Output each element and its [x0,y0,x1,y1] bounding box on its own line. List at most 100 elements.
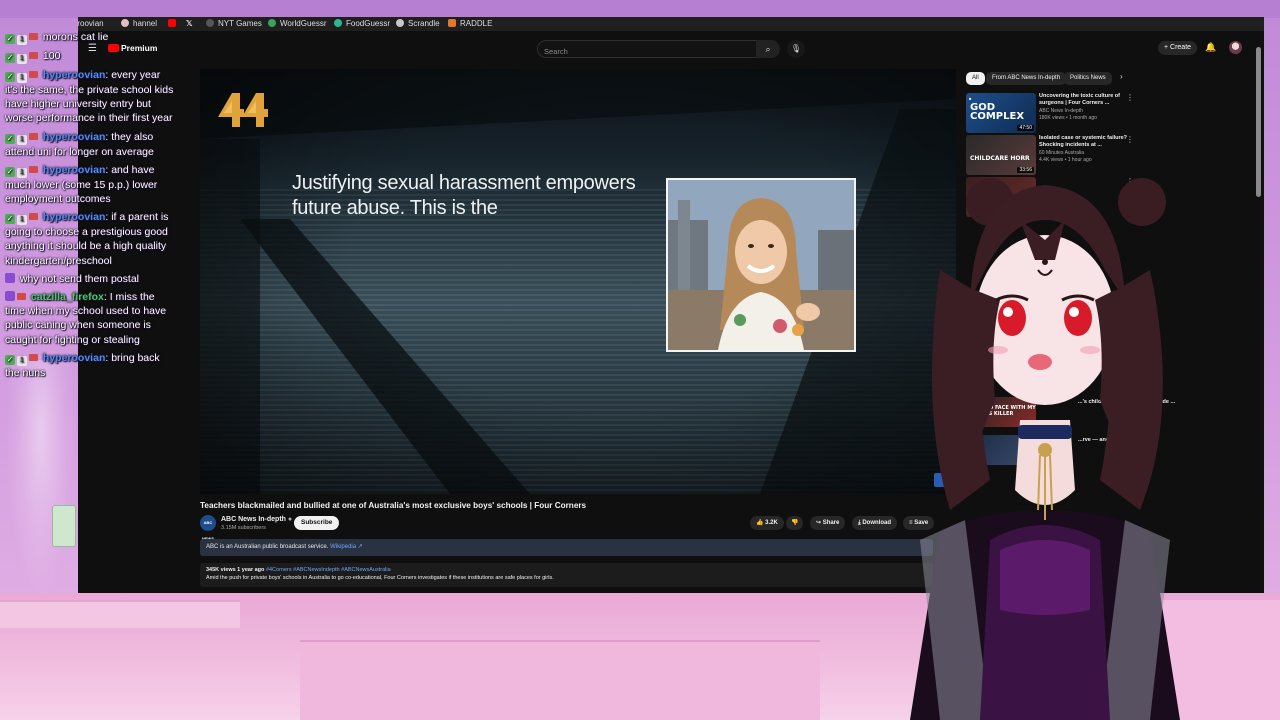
bookmark-item[interactable]: WorldGuessr [268,19,327,29]
check-badge-icon: ✓ [5,72,15,82]
moderator-badge-icon: 1 [17,73,27,83]
check-badge-icon: ✓ [5,166,15,177]
video-thumbnail: ■ GOD COMPLEX 47:50 [966,93,1036,133]
microphone-icon: 🎙 [790,44,802,53]
channel-avatar[interactable]: ABC NEWS [200,515,216,541]
moderator-badge-icon: 1 [17,215,27,226]
video-duration: 47:50 [1017,125,1034,131]
scrollbar-thumb[interactable] [1256,47,1261,197]
video-player[interactable]: Justifying sexual harassment empowers fu… [200,69,956,494]
chat-message: ✓ 1 100 [0,49,178,68]
recommended-video-meta: 180K views • 1 month ago [1039,115,1097,121]
recommended-video[interactable]: ■ GOD COMPLEX 47:50 Uncovering the toxic… [966,93,1141,133]
share-icon: ↪ [816,520,822,526]
wall-strip [0,0,1280,18]
moderator-badge-icon: 1 [17,54,27,64]
thumbnail-badge-icon: ■ [969,96,972,101]
chat-username[interactable]: hyperoovian [43,211,105,223]
channel-name[interactable]: ABC News In-depth ● [221,516,292,523]
thumbnail-text: GOD COMPLEX [970,102,1025,122]
chat-message-text: morons cat lie [42,31,109,43]
chat-username[interactable]: hyperoovian [43,131,105,143]
room-table [0,600,240,628]
recommended-video-title: Isolated case or systemic failure? Shock… [1039,135,1128,148]
description-meta: 345K views 1 year ago #4Corners #ABCNews… [206,567,927,573]
chat-message: ✓ 1 hyperoovian: every year it's the same… [5,69,174,125]
drink-can [52,505,76,547]
nyt-icon [206,19,214,27]
more-options-icon[interactable]: ⋮ [1126,93,1134,102]
four-corners-logo-icon [218,93,268,127]
chat-message: ✓ 1 hyperoovian: bring back the nuns [5,351,160,379]
notifications-bell-icon[interactable]: 🔔 [1205,42,1216,53]
channel-name-text: ABC News In-depth [221,516,286,523]
chat-message: ✓ 1 hyperoovian: if a parent is going to … [5,211,169,267]
chat-username[interactable]: hyperoovian [43,352,105,364]
chat-message: ✓ 1 hyperoovian: and have much lower (som… [5,163,158,206]
video-inset-photo [666,178,856,352]
chip-from-channel[interactable]: From ABC News In-depth [986,72,1067,85]
youtube-header: ☰ Premium ⌕ 🎙 + Create 🔔 [78,37,1264,61]
info-panel: ABC is an Australian public broadcast se… [200,539,933,556]
description-text: Amid the push for private boys' schools … [206,575,554,581]
subscriber-count: 3.15M subscribers [221,525,266,531]
check-badge-icon: ✓ [5,354,15,365]
recommended-video-channel: ABC News In-depth [1039,108,1083,114]
chat-username[interactable]: catzilla_firefox [31,291,104,303]
bookmark-x[interactable]: 𝕏 [186,19,192,29]
bookmark-item[interactable]: RADDLE [448,19,492,29]
voice-search-button[interactable]: 🎙 [787,40,805,58]
stream-chat: ✓ 1 morons cat lie ✓ 1 100 ✓ 1 hyperoovian:… [0,0,178,450]
moderator-badge-icon: 1 [17,134,27,145]
hashtags[interactable]: #4Corners #ABCNewsIndepth #ABCNewsAustra… [266,567,391,573]
search-input[interactable] [538,44,744,59]
like-button[interactable]: 👍 3.2K [750,516,784,530]
chat-username[interactable]: hyperoovian [43,164,105,176]
video-caption-text: Justifying sexual harassment empowers fu… [292,172,636,219]
subscriber-badge-icon [29,213,38,221]
check-badge-icon: ✓ [5,53,15,63]
check-badge-icon: ✓ [5,214,15,225]
views-and-date: 345K views 1 year ago [206,567,265,573]
bookmark-label: RADDLE [460,19,493,28]
bookmark-item[interactable]: Scrandle [396,19,440,29]
chevron-right-icon[interactable]: › [1120,72,1123,81]
description-box[interactable]: 345K views 1 year ago #4Corners #ABCNews… [200,563,933,587]
account-avatar[interactable] [1229,41,1242,54]
bookmark-label: NYT Games [218,19,262,28]
check-badge-icon: ✓ [5,34,15,44]
download-icon: ⤓ [858,520,861,526]
external-link-icon: ↗ [357,544,363,550]
page-scrollbar[interactable] [1256,47,1261,587]
chip-all[interactable]: All [966,72,985,85]
chat-message: ✓ 1 morons cat lie [0,30,178,49]
chat-message-text: 100 [42,50,61,62]
moderator-badge-icon: 1 [17,167,27,178]
bookmark-item[interactable]: NYT Games [206,19,262,29]
star-badge-icon [5,291,15,302]
subscriber-badge-icon [29,132,38,140]
x-icon: 𝕏 [186,19,193,28]
chat-message: why not send them postal [0,272,178,290]
thumbs-up-icon: 👍 [756,520,764,526]
recommendation-chips: All From ABC News In-depth Politics News… [966,72,1256,86]
bookmark-item[interactable]: FoodGuessr [334,19,390,29]
video-title: Teachers blackmailed and bullied at one … [200,501,587,510]
woman-portrait-image [668,180,854,350]
chat-username[interactable]: hyperoovian [43,69,105,81]
recommended-video-title: Uncovering the toxic culture of surgeons… [1039,93,1120,106]
subscriber-badge-icon [29,71,38,78]
subscriber-badge-icon [29,33,38,40]
like-count: 3.2K [765,520,778,526]
share-button[interactable]: ↪ Share [810,516,846,530]
share-label: Share [822,520,840,526]
bookmark-label: FoodGuessr [346,19,391,28]
bookmark-label: Scrandle [408,19,440,28]
chip-politics-news[interactable]: Politics News [1064,72,1112,85]
subscribe-button[interactable]: Subscribe [294,516,340,530]
search-button[interactable]: ⌕ [756,40,780,58]
more-options-icon[interactable]: ⋮ [1126,135,1134,144]
dislike-button[interactable]: 👎 [786,516,804,530]
wikipedia-link[interactable]: Wikipedia [330,544,356,550]
create-button[interactable]: + Create [1158,41,1198,55]
